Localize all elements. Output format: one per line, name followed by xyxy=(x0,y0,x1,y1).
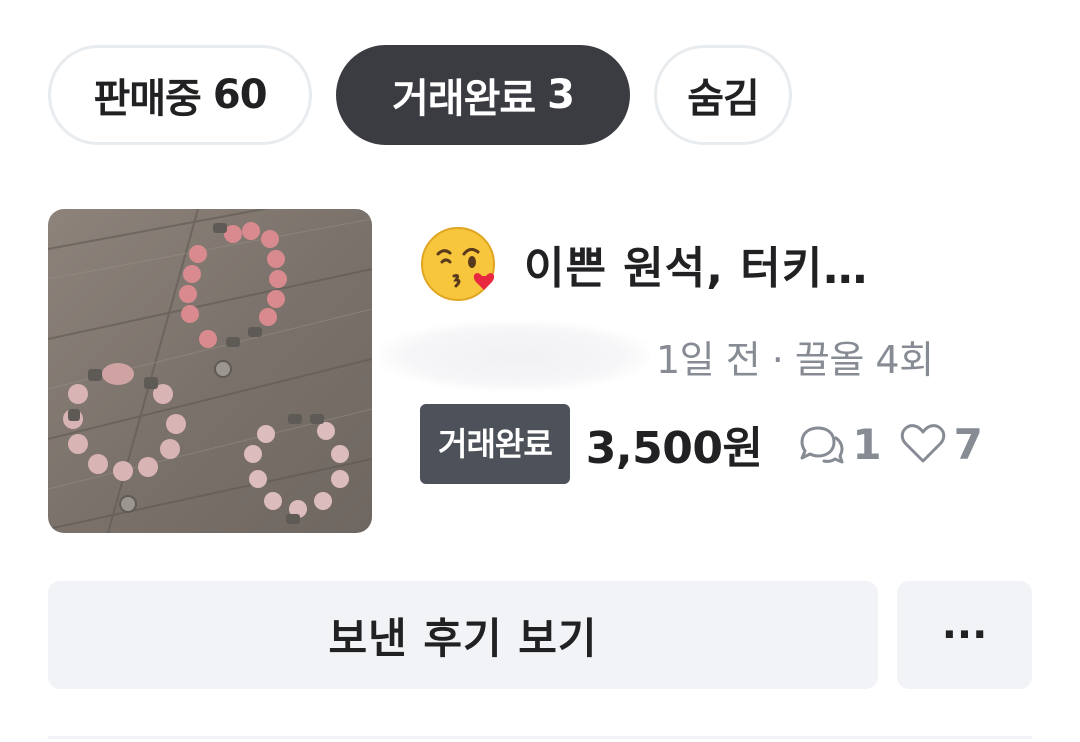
heart-outline-icon xyxy=(900,424,945,463)
tab-label: 판매중 xyxy=(93,76,201,122)
item-title-row[interactable]: 이쁜 원석, 터키… xyxy=(420,224,868,304)
review-button-label: 보낸 후기 보기 xyxy=(328,613,598,663)
chat-bubbles-icon xyxy=(800,426,844,464)
item-stats: 1 7 xyxy=(796,419,983,469)
item-price: 3,500원 xyxy=(585,423,763,474)
tab-completed[interactable]: 거래완료 3 xyxy=(336,45,630,145)
status-badge: 거래완료 xyxy=(420,404,570,484)
tab-count: 3 xyxy=(547,72,575,118)
like-count: 7 xyxy=(953,419,983,469)
tab-on-sale[interactable]: 판매중 60 xyxy=(48,45,312,145)
tab-count: 60 xyxy=(212,72,268,118)
item-price-row: 거래완료 3,500원 1 7 xyxy=(420,404,983,484)
item-meta: 1일 전 · 끌올 4회 xyxy=(656,337,934,382)
status-tabs: 판매중 60 거래완료 3 숨김 xyxy=(48,45,792,145)
bracelets-photo xyxy=(48,209,372,533)
chat-count: 1 xyxy=(852,419,882,469)
more-options-button[interactable]: ··· xyxy=(897,581,1032,689)
sales-history-page: 판매중 60 거래완료 3 숨김 이쁜 원석, 터키… 1일 전 · 끌올 4회… xyxy=(0,0,1080,742)
item-thumbnail[interactable] xyxy=(48,209,372,533)
tab-label: 거래완료 xyxy=(391,76,536,122)
item-meta-row: 1일 전 · 끌올 4회 xyxy=(380,318,934,394)
item-title: 이쁜 원석, 터키… xyxy=(524,243,869,294)
face-blowing-kiss-emoji-icon xyxy=(421,227,495,301)
more-icon: ··· xyxy=(941,612,988,658)
tab-hidden[interactable]: 숨김 xyxy=(654,45,792,145)
divider xyxy=(48,736,1032,739)
blurred-location xyxy=(380,321,650,391)
tab-label: 숨김 xyxy=(687,76,760,122)
view-sent-review-button[interactable]: 보낸 후기 보기 xyxy=(48,581,878,689)
